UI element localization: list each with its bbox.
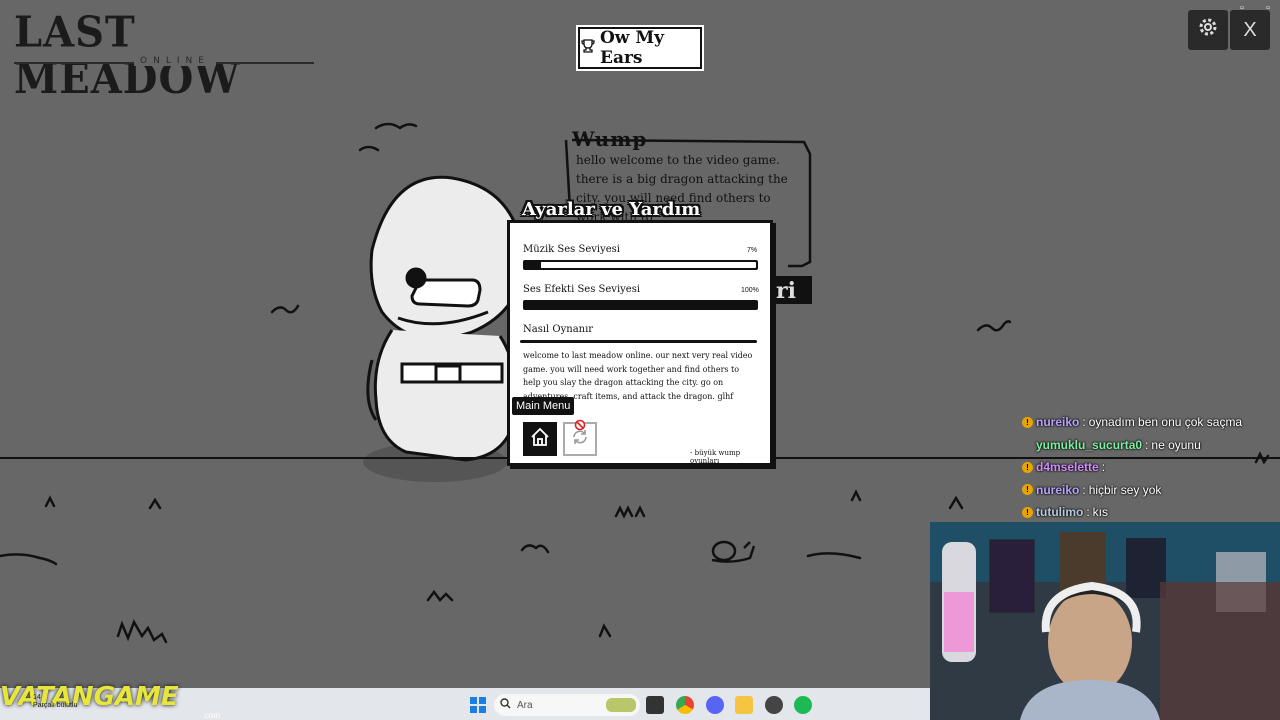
main-menu-tooltip: Main Menu [512,397,575,415]
npc-name: Wump [572,127,648,151]
chat-text: oynadım ben onu çok saçma [1088,415,1243,430]
game-logo: LAST MEADOW ONLINE [14,9,314,102]
chat-badge-icon: ! [1022,461,1033,473]
settings-button[interactable] [1188,10,1228,50]
svg-text:ri: ri [776,278,796,304]
chat-username[interactable]: nureiko [1036,415,1079,429]
chat-badge-icon [1022,439,1033,450]
chat-message: ! nureiko: hiçbir sey yok [1022,479,1280,502]
music-volume-slider[interactable] [523,260,758,270]
file-explorer-icon[interactable] [735,696,753,714]
windows-start-icon[interactable] [469,696,487,714]
achievement-label: Ow My Ears [600,28,665,68]
chat-message: ! d4mselette: [1022,456,1280,479]
discord-icon[interactable] [706,696,724,714]
window-close-icon[interactable]: ▫ [1266,2,1270,14]
close-label: X [1243,18,1257,41]
modal-title: Ayarlar ve Yardım [522,199,701,220]
obs-icon[interactable] [765,696,783,714]
music-volume-label: Müzik Ses Seviyesi [523,244,620,255]
how-to-play-text: welcome to last meadow online. our next … [523,351,753,401]
chat-badge-icon: ! [1022,484,1033,496]
sfx-volume-label: Ses Efekti Ses Seviyesi [523,284,641,295]
chat-separator: : [1082,482,1086,497]
chat-username[interactable]: tutulimo [1036,505,1083,519]
window-restore-icon[interactable]: ▫ [1240,2,1244,14]
chat-message: ! nureiko: oynadım ben onu çok saçma [1022,411,1280,434]
search-placeholder: Ara [517,699,533,711]
weather-widget[interactable]: 14 Parçalı bulutlu [33,694,77,710]
chat-badge-icon: ! [1022,506,1033,518]
gear-icon [1198,17,1218,43]
chat-username[interactable]: d4mselette [1036,460,1099,474]
spotify-icon[interactable] [794,696,812,714]
home-icon [529,426,551,453]
main-menu-button[interactable] [523,422,557,456]
search-icon [500,698,511,712]
music-volume-value: 7% [747,247,758,254]
weather-desc: Parçalı bulutlu [33,702,78,709]
chat-message: yumuklu_sucurta0: ne oyunu [1022,434,1280,457]
taskbar-search[interactable]: Ara [494,694,640,716]
chat-text: ne oyunu [1151,437,1201,452]
how-to-play-divider [520,340,757,343]
sfx-volume-slider[interactable] [523,300,758,310]
chat-username[interactable]: nureiko [1036,483,1079,497]
chrome-icon[interactable] [676,696,694,714]
chat-badge-icon: ! [1022,416,1033,428]
achievement-banner: Ow My Ears [576,25,704,71]
task-view-icon[interactable] [646,696,664,714]
sfx-volume-fill [525,302,756,308]
sfx-volume-value: 100% [741,287,759,294]
webcam-feed [930,522,1280,720]
logo-subtitle: ONLINE [134,56,216,66]
watermark-sub: .com [202,711,220,720]
weather-temp: 14 [33,694,41,701]
chat-username[interactable]: yumuklu_sucurta0 [1036,438,1142,452]
how-to-play-label: Nasıl Oynanır [523,324,594,335]
settings-help-modal: Müzik Ses Seviyesi 7% Ses Efekti Ses Sev… [507,220,773,466]
chat-text: kıs [1092,505,1109,520]
chat-separator: : [1145,437,1149,452]
trophy-icon [580,38,596,59]
chat-separator: : [1082,415,1086,430]
close-game-button[interactable]: X [1230,10,1270,50]
chat-separator: : [1086,505,1090,520]
disabled-icon [574,418,586,436]
chat-message: ! tutulimo: kıs [1022,501,1280,524]
modal-signature: - büyük wump oyunları [690,449,741,465]
chat-text: hiçbir sey yok [1088,482,1162,497]
stream-chat: ! nureiko: oynadım ben onu çok saçma yumukl… [1022,411,1280,524]
chat-separator: : [1101,460,1106,475]
search-highlight-icon [606,698,636,712]
music-volume-fill [525,262,756,268]
